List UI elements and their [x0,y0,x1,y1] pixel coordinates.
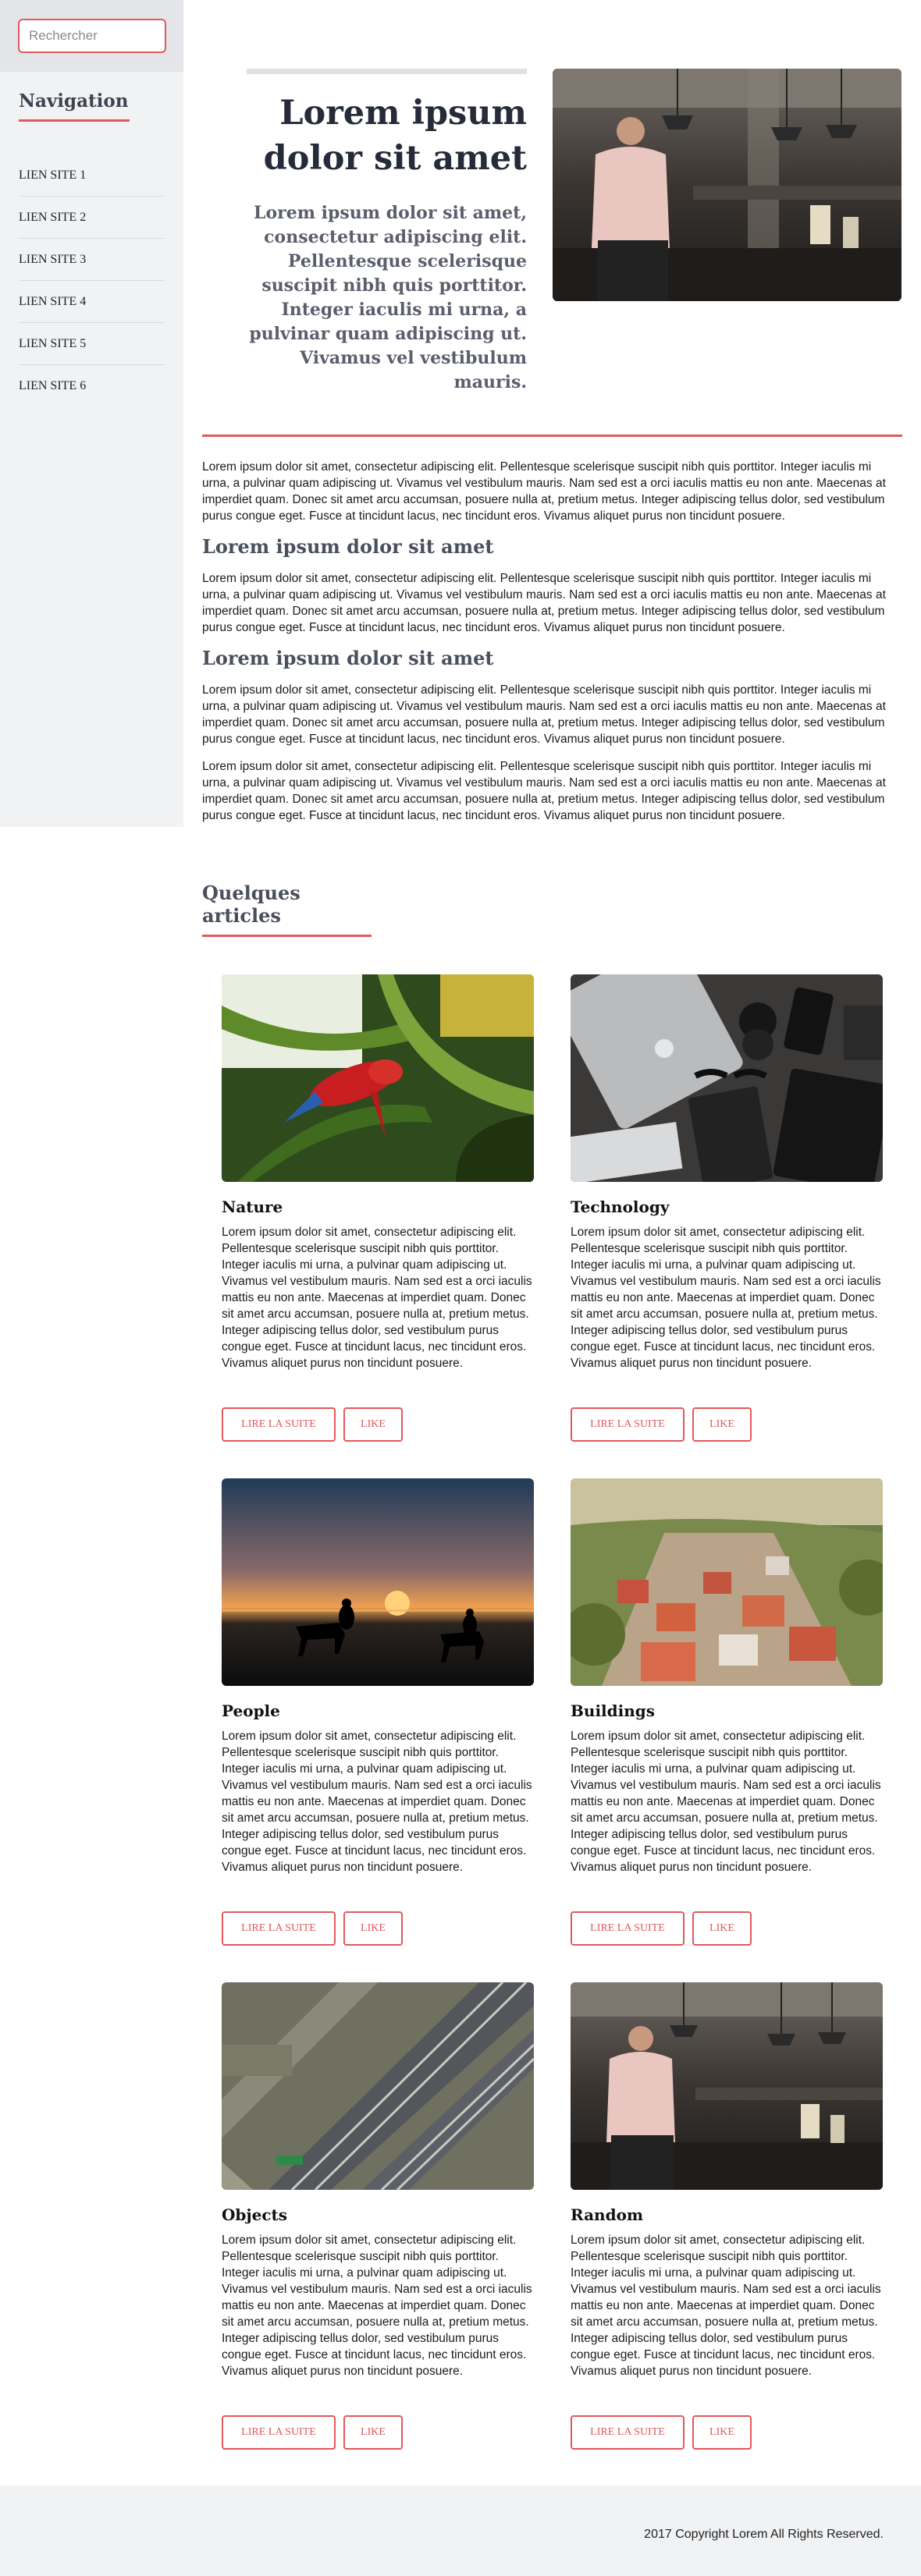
card-title: People [222,1701,280,1720]
like-button[interactable]: LIKE [692,1911,752,1946]
card-nature: Nature Lorem ipsum dolor sit amet, conse… [222,974,534,1442]
article-paragraph-1: Lorem ipsum dolor sit amet, consectetur … [202,572,886,634]
article-paragraph-3: Lorem ipsum dolor sit amet, consectetur … [202,760,886,822]
card-text: Lorem ipsum dolor sit amet, consectetur … [571,1226,881,1370]
card-text: Lorem ipsum dolor sit amet, consectetur … [222,1226,532,1370]
card-text: Lorem ipsum dolor sit amet, consectetur … [571,2234,881,2378]
nav-link-3[interactable]: LIEN SITE 3 [19,239,165,281]
card-actions: LIRE LA SUITE LIKE [222,1407,534,1442]
search-bar [0,0,183,72]
card-random: Random Lorem ipsum dolor sit amet, conse… [571,1982,883,2450]
hero-divider [202,435,902,437]
hero-top-rule [247,69,527,74]
like-button[interactable]: LIKE [343,1407,403,1442]
nav-list: LIEN SITE 1 LIEN SITE 2 LIEN SITE 3 LIEN… [0,154,183,407]
like-button[interactable]: LIKE [692,1407,752,1442]
card-title: Random [571,2205,644,2224]
card-image-town [571,1478,883,1686]
card-buildings: Buildings Lorem ipsum dolor sit amet, co… [571,1478,883,1946]
card-actions: LIRE LA SUITE LIKE [571,1911,883,1946]
card-actions: LIRE LA SUITE LIKE [222,1911,534,1946]
hero-kitchen-image [553,69,901,301]
like-button[interactable]: LIKE [343,2415,403,2450]
footer: 2017 Copyright Lorem All Rights Reserved… [0,2486,921,2576]
read-more-button[interactable]: LIRE LA SUITE [571,2415,685,2450]
articles-section-title: Quelques articles [202,882,372,937]
sidebar: Navigation LIEN SITE 1 LIEN SITE 2 LIEN … [0,0,183,827]
card-text: Lorem ipsum dolor sit amet, consectetur … [222,1730,532,1874]
search-input[interactable] [18,19,166,53]
hero-title: Lorem ipsum dolor sit amet [263,94,527,178]
footer-copyright: 2017 Copyright Lorem All Rights Reserved… [644,2528,884,2541]
card-technology: Technology Lorem ipsum dolor sit amet, c… [571,974,883,1442]
read-more-button[interactable]: LIRE LA SUITE [571,1407,685,1442]
nav-link-6[interactable]: LIEN SITE 6 [19,365,165,407]
read-more-button[interactable]: LIRE LA SUITE [571,1911,685,1946]
card-text: Lorem ipsum dolor sit amet, consectetur … [571,1730,881,1874]
card-objects: Objects Lorem ipsum dolor sit amet, cons… [222,1982,534,2450]
card-actions: LIRE LA SUITE LIKE [571,1407,883,1442]
card-image-parrot [222,974,534,1182]
read-more-button[interactable]: LIRE LA SUITE [222,1407,336,1442]
read-more-button[interactable]: LIRE LA SUITE [222,2415,336,2450]
card-actions: LIRE LA SUITE LIKE [222,2415,534,2450]
article-paragraph-2: Lorem ipsum dolor sit amet, consectetur … [202,683,886,746]
card-title: Buildings [571,1701,656,1720]
nav-link-4[interactable]: LIEN SITE 4 [19,281,165,323]
card-image-kitchen [571,1982,883,2190]
like-button[interactable]: LIKE [692,2415,752,2450]
nav-link-1[interactable]: LIEN SITE 1 [19,154,165,197]
hero-subtitle: Lorem ipsum dolor sit amet, consectetur … [249,203,527,392]
card-image-highway [222,1982,534,2190]
article-body: Lorem ipsum dolor sit amet, consectetur … [202,459,901,835]
card-image-sunset-riders [222,1478,534,1686]
card-text: Lorem ipsum dolor sit amet, consectetur … [222,2234,532,2378]
card-actions: LIRE LA SUITE LIKE [571,2415,883,2450]
article-heading-2: Lorem ipsum dolor sit amet [202,647,494,669]
article-intro: Lorem ipsum dolor sit amet, consectetur … [202,460,886,523]
article-heading-1: Lorem ipsum dolor sit amet [202,535,494,558]
card-people: People Lorem ipsum dolor sit amet, conse… [222,1478,534,1946]
card-title: Technology [571,1198,670,1216]
nav-title: Navigation [19,90,130,122]
nav-link-5[interactable]: LIEN SITE 5 [19,323,165,365]
card-image-laptop [571,974,883,1182]
read-more-button[interactable]: LIRE LA SUITE [222,1911,336,1946]
card-title: Objects [222,2205,288,2224]
nav-link-2[interactable]: LIEN SITE 2 [19,197,165,239]
card-title: Nature [222,1198,283,1216]
like-button[interactable]: LIKE [343,1911,403,1946]
